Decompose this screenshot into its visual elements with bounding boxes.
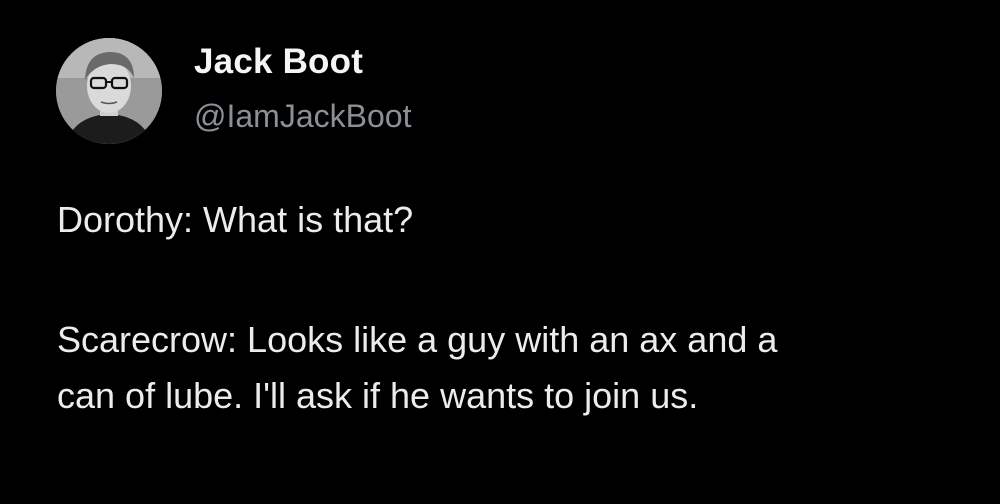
author-handle[interactable]: @IamJackBoot xyxy=(194,98,411,135)
tweet-line: can of lube. I'll ask if he wants to joi… xyxy=(57,375,699,416)
tweet-line: Scarecrow: Looks like a guy with an ax a… xyxy=(57,319,778,360)
avatar[interactable] xyxy=(56,38,162,144)
tweet-card: Jack Boot @IamJackBoot Dorothy: What is … xyxy=(0,0,1000,504)
tweet-line: Dorothy: What is that? xyxy=(57,199,414,240)
tweet-body: Dorothy: What is that? Scarecrow: Looks … xyxy=(57,192,997,424)
profile-photo-icon xyxy=(56,38,162,144)
author-display-name[interactable]: Jack Boot xyxy=(194,42,363,82)
